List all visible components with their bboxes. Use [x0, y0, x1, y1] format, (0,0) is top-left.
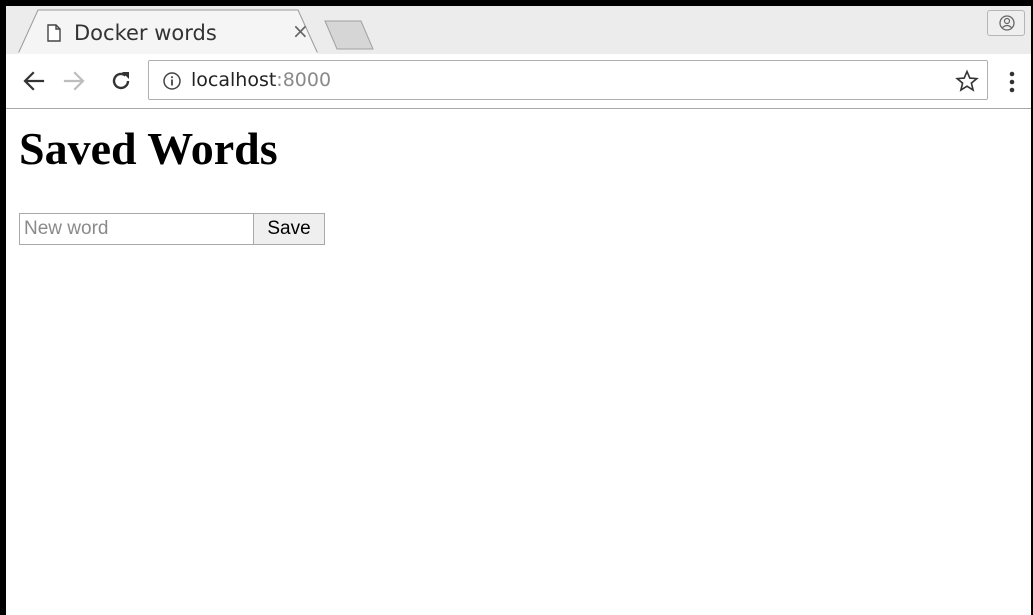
url-host: localhost	[191, 69, 277, 91]
page-icon	[47, 24, 61, 42]
tab-docker-words[interactable]: Docker words ×	[18, 9, 318, 54]
tab-title: Docker words	[74, 21, 217, 45]
close-tab-icon[interactable]: ×	[292, 21, 309, 41]
tab-strip: Docker words ×	[6, 6, 1031, 54]
info-icon[interactable]	[162, 71, 182, 96]
back-arrow-icon[interactable]	[22, 69, 46, 93]
page-content: Saved Words Save	[6, 109, 1031, 615]
new-tab-icon[interactable]	[324, 20, 374, 55]
new-word-input[interactable]	[19, 213, 254, 245]
profile-icon[interactable]	[987, 10, 1025, 36]
forward-arrow-icon[interactable]	[62, 69, 86, 93]
save-button[interactable]: Save	[253, 213, 325, 245]
browser-toolbar: localhost:8000	[6, 54, 1031, 109]
browser-window: Docker words × localhost:8000 Saved Word…	[0, 0, 1033, 615]
url-port: :8000	[276, 69, 332, 91]
more-vert-icon[interactable]	[1004, 70, 1020, 99]
url-text: localhost:8000	[191, 69, 331, 91]
star-icon[interactable]	[955, 69, 979, 98]
page-title: Saved Words	[19, 123, 278, 174]
address-bar[interactable]: localhost:8000	[148, 60, 988, 100]
reload-icon[interactable]	[109, 69, 133, 93]
